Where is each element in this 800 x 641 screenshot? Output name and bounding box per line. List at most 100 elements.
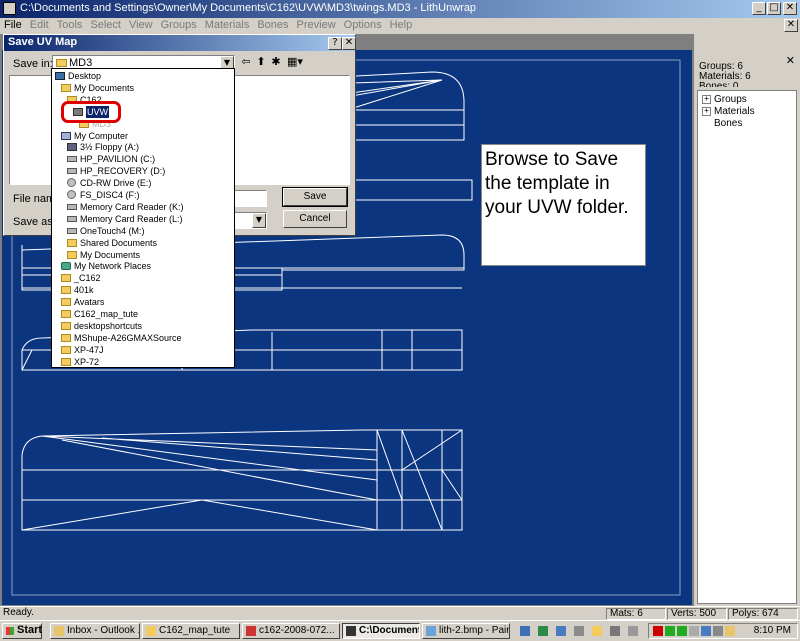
save-as-type-dropdown[interactable]: ▼ xyxy=(234,212,267,229)
mdi-close-button[interactable]: ✕ xyxy=(784,19,798,32)
window-title-bar[interactable]: C:\Documents and Settings\Owner\My Docum… xyxy=(0,0,800,18)
dropdown-item-label: desktopshortcuts xyxy=(74,320,143,331)
menu-materials[interactable]: Materials xyxy=(201,18,254,32)
disc-icon xyxy=(67,178,76,188)
quick-launch-icon[interactable] xyxy=(592,626,602,636)
drive-icon xyxy=(67,156,77,163)
status-text: Ready. xyxy=(3,607,34,618)
dropdown-item-label: OneTouch4 (M:) xyxy=(80,225,145,236)
expand-icon[interactable]: + xyxy=(702,106,711,116)
close-button[interactable]: ✕ xyxy=(783,2,797,15)
menu-tools[interactable]: Tools xyxy=(53,18,87,32)
folder-icon xyxy=(67,250,77,259)
folder-icon xyxy=(61,345,71,354)
lithunwrap-icon xyxy=(346,626,356,636)
dropdown-item-label: XP-72 xyxy=(74,356,100,367)
bones-count: Bones: 0 xyxy=(699,81,739,87)
task-map-tute[interactable]: C162_map_tute xyxy=(142,623,240,639)
tray-icon[interactable] xyxy=(701,626,711,636)
minimize-button[interactable]: _ xyxy=(752,2,766,15)
instruction-text: Browse to Save the template in your UVW … xyxy=(485,149,629,218)
dropdown-item-label: HP_RECOVERY (D:) xyxy=(80,166,166,177)
menu-options[interactable]: Options xyxy=(340,18,386,32)
network-icon xyxy=(61,262,71,271)
maximize-button[interactable]: □ xyxy=(767,2,781,15)
task-paint[interactable]: lith-2.bmp - Paint xyxy=(422,623,510,639)
expand-icon[interactable]: + xyxy=(702,94,711,104)
task-c162[interactable]: c162-2008-072... xyxy=(242,623,340,639)
dialog-close-button[interactable]: ✕ xyxy=(342,37,356,50)
tray-icon[interactable] xyxy=(725,626,735,636)
disc-icon xyxy=(67,190,76,199)
drive-icon xyxy=(67,215,77,222)
dialog-title-bar[interactable]: Save UV Map xyxy=(4,35,355,51)
clock[interactable]: 8:10 PM xyxy=(754,625,791,636)
tray-icon[interactable] xyxy=(689,626,699,636)
menu-edit[interactable]: Edit xyxy=(26,18,53,32)
folder-icon xyxy=(61,286,71,295)
dropdown-item-label: My Documents xyxy=(74,82,135,93)
quick-launch-icon[interactable] xyxy=(574,626,584,636)
quick-launch-icon[interactable] xyxy=(628,626,638,636)
quick-launch-icon[interactable] xyxy=(556,626,566,636)
menu-help[interactable]: Help xyxy=(386,18,417,32)
dropdown-item-label: HP_PAVILION (C:) xyxy=(80,154,156,165)
desktop-icon xyxy=(55,72,65,80)
dropdown-item-label: _C162 xyxy=(74,273,101,284)
quick-launch-icon[interactable] xyxy=(610,626,620,636)
start-button[interactable]: Start xyxy=(2,623,42,639)
save-button[interactable]: Save xyxy=(282,187,348,207)
instruction-box: Browse to Save the template in your UVW … xyxy=(481,144,646,266)
file-name-input[interactable] xyxy=(234,190,267,207)
object-tree[interactable]: + Groups + Materials Bones xyxy=(697,90,797,604)
paint-icon xyxy=(426,626,436,636)
panel-close-icon[interactable]: ✕ xyxy=(786,54,795,67)
dropdown-item-label: Shared Documents xyxy=(80,237,158,248)
acrobat-icon xyxy=(246,626,256,636)
folder-icon xyxy=(146,626,156,636)
menu-groups[interactable]: Groups xyxy=(157,18,201,32)
tree-node-groups[interactable]: + Groups xyxy=(702,94,747,105)
dialog-title: Save UV Map xyxy=(8,36,78,48)
drive-icon xyxy=(67,227,77,234)
new-folder-icon[interactable]: ✱ xyxy=(269,55,283,69)
chevron-down-icon[interactable]: ▼ xyxy=(252,213,266,228)
folder-icon xyxy=(56,59,67,67)
menu-file[interactable]: File xyxy=(0,18,26,32)
folder-icon xyxy=(61,333,71,342)
quick-launch-icon[interactable] xyxy=(520,626,530,636)
tray-icon[interactable] xyxy=(665,626,675,636)
dropdown-item-label: 3½ Floppy (A:) xyxy=(80,142,140,153)
app-icon[interactable] xyxy=(3,2,16,15)
mats-count: Mats: 6 xyxy=(606,608,666,620)
verts-count: Verts: 500 xyxy=(667,608,727,620)
tree-node-materials[interactable]: + Materials xyxy=(702,106,755,117)
dropdown-item-label: CD-RW Drive (E:) xyxy=(80,178,152,189)
menu-select[interactable]: Select xyxy=(86,18,125,32)
menu-bones[interactable]: Bones xyxy=(253,18,292,32)
task-outlook[interactable]: Inbox - Outlook ... xyxy=(50,623,140,639)
dropdown-item-label: C162_map_tute xyxy=(74,309,139,319)
drive-icon xyxy=(67,168,77,175)
task-lithunwrap[interactable]: C:\Documents... xyxy=(342,623,420,639)
cancel-button[interactable]: Cancel xyxy=(283,210,347,228)
tray-icon[interactable] xyxy=(677,626,687,636)
dropdown-item-label: Avatars xyxy=(74,297,105,308)
view-menu-icon[interactable]: ▦▾ xyxy=(285,55,305,69)
computer-icon xyxy=(61,131,71,140)
help-button[interactable]: ? xyxy=(328,37,342,50)
folder-icon xyxy=(61,83,71,92)
folder-icon xyxy=(61,321,71,330)
zonealarm-icon[interactable] xyxy=(653,626,663,636)
menu-view[interactable]: View xyxy=(125,18,157,32)
speaker-icon[interactable] xyxy=(713,626,723,636)
dropdown-item-label: My Computer xyxy=(74,130,129,141)
up-folder-icon[interactable]: ⬆ xyxy=(254,55,268,69)
tree-node-bones[interactable]: Bones xyxy=(714,118,742,129)
quick-launch-icon[interactable] xyxy=(538,626,548,636)
window-title: C:\Documents and Settings\Owner\My Docum… xyxy=(20,2,477,14)
dropdown-item-label: MShupe-A26GMAXSource xyxy=(74,332,182,343)
dropdown-item-label: Desktop xyxy=(68,71,102,81)
back-arrow-icon[interactable]: ⇦ xyxy=(239,55,253,69)
menu-preview[interactable]: Preview xyxy=(293,18,340,32)
